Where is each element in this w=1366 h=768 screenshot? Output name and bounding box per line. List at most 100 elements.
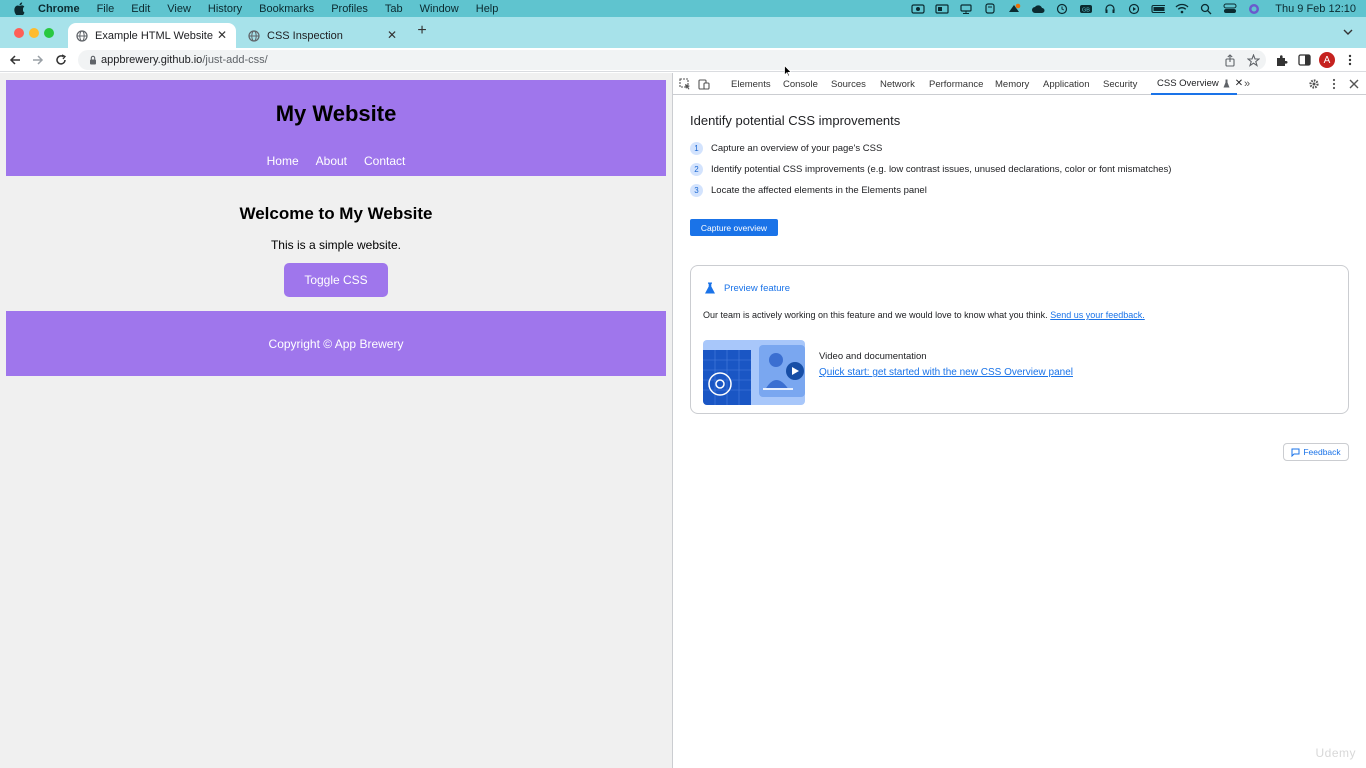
notification-icon[interactable] xyxy=(1007,3,1021,14)
step-text: Locate the affected elements in the Elem… xyxy=(711,184,927,196)
menu-file[interactable]: File xyxy=(97,3,115,15)
play-circle-icon[interactable] xyxy=(1127,3,1141,14)
menu-bookmarks[interactable]: Bookmarks xyxy=(259,3,314,15)
step-number: 2 xyxy=(690,162,703,176)
tab-application[interactable]: Application xyxy=(1043,73,1089,95)
time-machine-icon[interactable] xyxy=(1055,3,1069,14)
siri-icon[interactable] xyxy=(1247,3,1261,14)
step-text: Capture an overview of your page's CSS xyxy=(711,142,883,154)
nav-link-about[interactable]: About xyxy=(316,154,347,168)
reload-icon[interactable] xyxy=(54,53,68,67)
menu-edit[interactable]: Edit xyxy=(131,3,150,15)
toggle-css-button[interactable]: Toggle CSS xyxy=(284,263,388,297)
flask-icon xyxy=(704,282,716,294)
welcome-heading: Welcome to My Website xyxy=(239,204,433,223)
keyboard-layout-icon[interactable]: GB xyxy=(1079,3,1093,14)
device-toolbar-icon[interactable] xyxy=(697,77,711,91)
inspect-element-icon[interactable] xyxy=(678,77,692,91)
menubar-clock[interactable]: Thu 9 Feb 12:10 xyxy=(1275,3,1356,15)
battery-icon[interactable] xyxy=(1151,3,1166,14)
menu-view[interactable]: View xyxy=(167,3,191,15)
menu-app-name[interactable]: Chrome xyxy=(38,3,80,15)
feedback-label: Feedback xyxy=(1303,447,1341,457)
tab-css-overview[interactable]: CSS Overview ✕ xyxy=(1151,73,1243,95)
menu-tab[interactable]: Tab xyxy=(385,3,403,15)
tab-memory[interactable]: Memory xyxy=(995,73,1029,95)
cloud-icon[interactable] xyxy=(1031,3,1045,14)
tab-elements[interactable]: Elements xyxy=(731,73,771,95)
devtools-tabbar: Elements Console Sources Network Perform… xyxy=(673,73,1366,95)
nav-link-home[interactable]: Home xyxy=(267,154,299,168)
devtools-panel: Elements Console Sources Network Perform… xyxy=(672,73,1366,768)
preview-feature-card: Preview feature Our team is actively wor… xyxy=(690,265,1349,414)
more-tabs-chevron-icon[interactable]: » xyxy=(1240,77,1254,91)
control-center-icon[interactable] xyxy=(1223,3,1237,14)
close-tab-icon[interactable]: ✕ xyxy=(216,28,228,42)
video-thumbnail[interactable] xyxy=(703,340,805,405)
tab-title: CSS Inspection xyxy=(267,29,343,42)
apple-menu-icon[interactable] xyxy=(12,2,26,16)
display-icon[interactable] xyxy=(959,3,973,14)
wifi-icon[interactable] xyxy=(1175,3,1189,14)
step-number: 1 xyxy=(690,141,703,155)
tab-performance[interactable]: Performance xyxy=(929,73,983,95)
tab-security[interactable]: Security xyxy=(1103,73,1137,95)
tab-example-html-website[interactable]: Example HTML Website ✕ xyxy=(68,23,236,48)
menu-profiles[interactable]: Profiles xyxy=(331,3,368,15)
devtools-more-icon[interactable] xyxy=(1327,77,1341,91)
close-tab-icon[interactable]: ✕ xyxy=(386,28,398,42)
settings-gear-icon[interactable] xyxy=(1307,77,1321,91)
quick-start-link[interactable]: Quick start: get started with the new CS… xyxy=(819,367,1073,378)
url-path: /just-add-css/ xyxy=(202,54,268,66)
back-arrow-icon[interactable] xyxy=(8,53,22,67)
video-documentation-label: Video and documentation xyxy=(819,351,927,362)
share-icon[interactable] xyxy=(1223,53,1237,67)
step-number: 3 xyxy=(690,183,703,197)
preview-message: Our team is actively working on this fea… xyxy=(703,310,1048,320)
window-tiling-icon[interactable] xyxy=(935,3,949,14)
forward-arrow-icon[interactable] xyxy=(31,53,45,67)
zoom-window-button[interactable] xyxy=(44,28,54,38)
website-viewport: My Website Home About Contact Welcome to… xyxy=(0,73,672,768)
step-text: Identify potential CSS improvements (e.g… xyxy=(711,163,1172,175)
new-tab-plus-icon[interactable]: + xyxy=(414,23,430,39)
send-feedback-link[interactable]: Send us your feedback. xyxy=(1050,310,1145,320)
minimize-window-button[interactable] xyxy=(29,28,39,38)
globe-icon xyxy=(76,29,88,42)
lock-icon[interactable] xyxy=(88,55,98,65)
bookmark-star-icon[interactable] xyxy=(1246,53,1260,67)
bear-icon[interactable] xyxy=(983,3,997,14)
side-panel-icon[interactable] xyxy=(1297,53,1311,67)
spotlight-search-icon[interactable] xyxy=(1199,3,1213,14)
profile-avatar[interactable]: A xyxy=(1319,52,1335,68)
extensions-puzzle-icon[interactable] xyxy=(1274,53,1288,67)
preview-feature-title: Preview feature xyxy=(704,282,790,294)
footer-copyright: Copyright © App Brewery xyxy=(268,336,404,351)
tab-network[interactable]: Network xyxy=(880,73,915,95)
feedback-chat-icon xyxy=(1291,448,1300,457)
experiment-flask-icon xyxy=(1223,79,1230,88)
css-overview-heading: Identify potential CSS improvements xyxy=(690,113,901,128)
udemy-watermark: Udemy xyxy=(1315,746,1356,760)
tab-css-overview-label: CSS Overview xyxy=(1157,77,1219,89)
tab-search-chevron-down-icon[interactable] xyxy=(1342,25,1354,37)
close-window-button[interactable] xyxy=(14,28,24,38)
preview-feature-label: Preview feature xyxy=(724,282,791,294)
mouse-cursor-icon xyxy=(784,64,793,77)
tab-css-inspection[interactable]: CSS Inspection ✕ xyxy=(240,23,406,48)
headphones-icon[interactable] xyxy=(1103,3,1117,14)
nav-link-contact[interactable]: Contact xyxy=(364,154,405,168)
feedback-button[interactable]: Feedback xyxy=(1283,443,1349,461)
menu-help[interactable]: Help xyxy=(476,3,499,15)
site-description: This is a simple website. xyxy=(270,238,402,252)
capture-overview-button[interactable]: Capture overview xyxy=(690,219,778,236)
address-bar[interactable]: appbrewery.github.io/just-add-css/ xyxy=(78,50,1266,70)
menu-history[interactable]: History xyxy=(208,3,242,15)
globe-icon xyxy=(248,29,260,42)
tab-sources[interactable]: Sources xyxy=(831,73,866,95)
more-menu-icon[interactable] xyxy=(1343,53,1357,67)
menu-window[interactable]: Window xyxy=(420,3,459,15)
screen-record-icon[interactable] xyxy=(911,3,925,14)
macos-menubar: Chrome File Edit View History Bookmarks … xyxy=(0,0,1366,17)
close-devtools-icon[interactable] xyxy=(1347,77,1361,91)
